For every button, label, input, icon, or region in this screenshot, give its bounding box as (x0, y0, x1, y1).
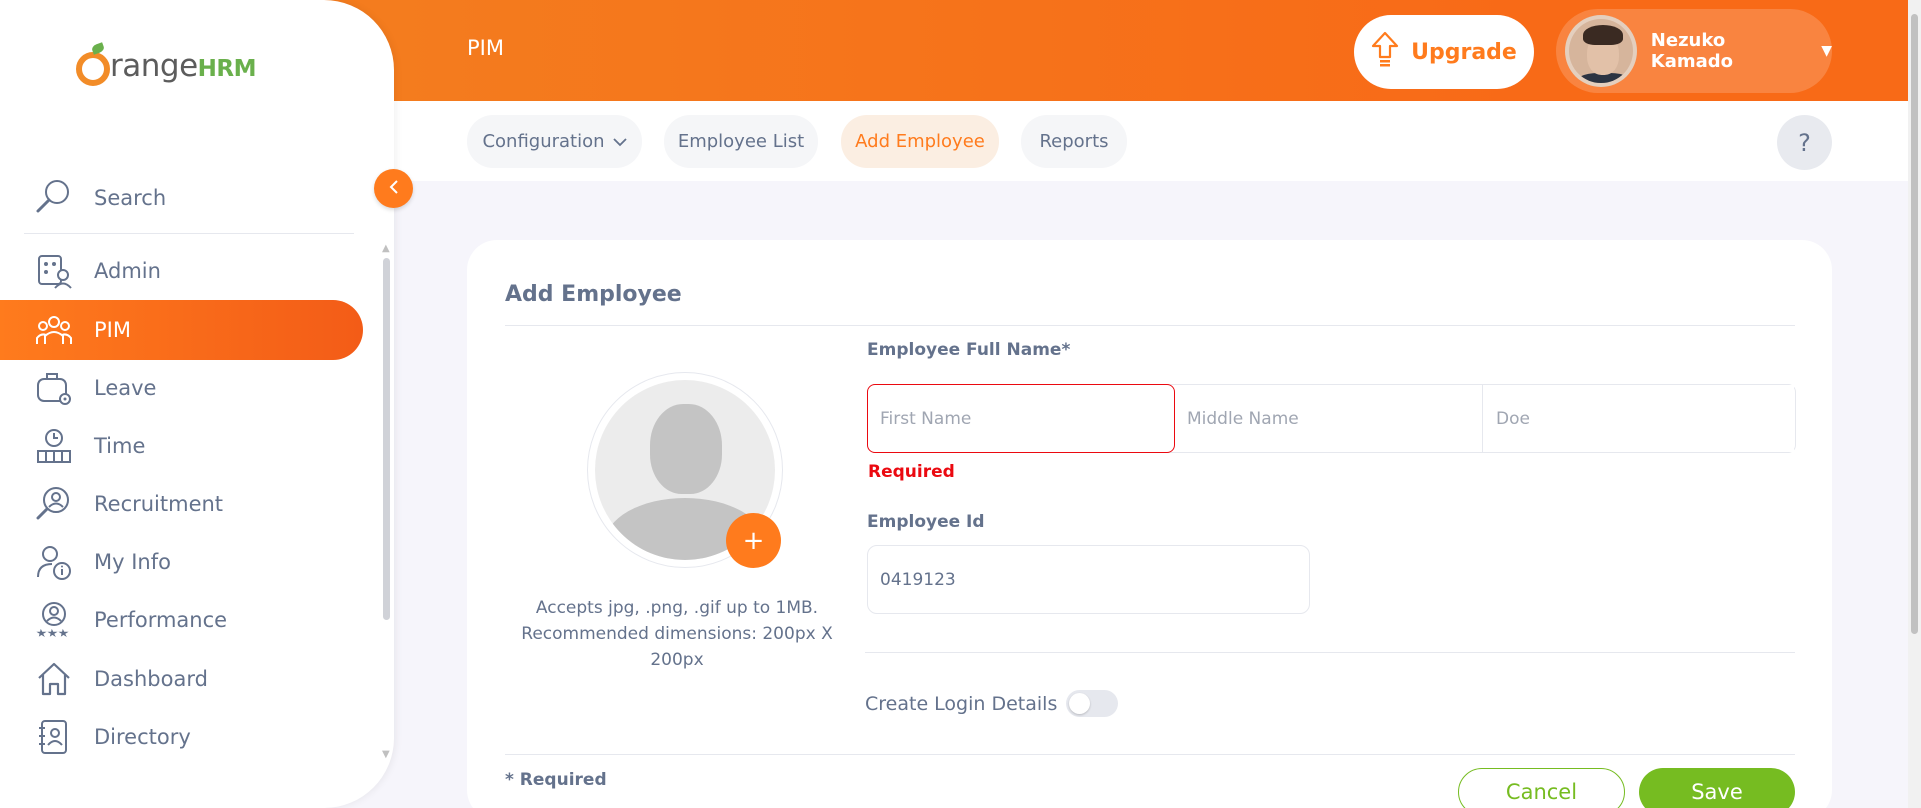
page-scrollbar-thumb[interactable] (1911, 14, 1918, 634)
sidebar-item-label: Performance (94, 608, 228, 632)
save-button[interactable]: Save (1639, 768, 1795, 808)
employee-id-field[interactable]: 0419123 (867, 545, 1310, 614)
help-button[interactable]: ? (1777, 115, 1832, 170)
tab-label: Add Employee (855, 131, 985, 152)
add-employee-card: Add Employee + Accepts jpg, .png, .gif u… (467, 240, 1832, 808)
plus-icon: + (742, 525, 765, 556)
caret-down-icon: ▼ (1821, 43, 1832, 59)
collapse-sidebar-button[interactable] (374, 169, 413, 208)
first-name-field[interactable]: First Name (867, 384, 1175, 453)
avatar (1565, 15, 1637, 87)
my-info-icon (34, 542, 74, 582)
required-note: * Required (505, 770, 607, 790)
directory-icon (34, 717, 74, 757)
tab-add-employee[interactable]: Add Employee (841, 115, 999, 168)
sidebar-item-label: Leave (94, 376, 157, 400)
tab-configuration[interactable]: Configuration (467, 115, 642, 168)
last-name-value: Doe (1496, 408, 1530, 429)
last-name-field[interactable]: Doe (1484, 385, 1794, 452)
upgrade-arrow-icon (1371, 31, 1399, 73)
tab-label: Reports (1039, 131, 1109, 152)
tab-label: Employee List (677, 131, 805, 152)
employee-id-value: 0419123 (880, 569, 956, 590)
divider (505, 754, 1795, 755)
leave-icon (34, 368, 74, 408)
search-icon (34, 178, 74, 218)
brand-hrm: HRM (197, 56, 257, 82)
middle-name-placeholder: Middle Name (1187, 408, 1299, 429)
add-photo-button[interactable]: + (726, 513, 781, 568)
user-name: Nezuko Kamado (1650, 30, 1734, 72)
sidebar-item-label: Time (94, 434, 146, 458)
sidebar-item-performance[interactable]: Performance (0, 590, 363, 650)
cancel-button[interactable]: Cancel (1458, 768, 1625, 808)
sidebar-item-leave[interactable]: Leave (0, 358, 363, 418)
time-icon (34, 426, 74, 466)
chevron-left-icon (388, 176, 400, 201)
sidebar-item-time[interactable]: Time (0, 416, 363, 476)
first-name-placeholder: First Name (880, 408, 972, 429)
admin-icon (34, 251, 74, 291)
sidebar-item-label: Recruitment (94, 492, 224, 516)
sidebar-scrollbar[interactable] (383, 258, 390, 620)
performance-icon (34, 600, 74, 640)
sidebar-item-recruitment[interactable]: Recruitment (0, 474, 363, 534)
sidebar-item-label: Dashboard (94, 667, 208, 691)
sidebar-item-admin[interactable]: Admin (0, 241, 363, 301)
divider (865, 652, 1795, 653)
photo-hint: Accepts jpg, .png, .gif up to 1MB. Recom… (521, 598, 833, 670)
upgrade-label: Upgrade (1411, 39, 1517, 65)
sidebar-item-label: My Info (94, 550, 171, 574)
recruitment-icon (34, 484, 74, 524)
sidebar-item-dashboard[interactable]: Dashboard (0, 649, 363, 709)
sidebar-item-label: Admin (94, 259, 161, 283)
toggle-knob (1069, 693, 1090, 714)
sidebar-item-label: PIM (94, 318, 131, 342)
brand-name: range (110, 48, 198, 84)
middle-name-field[interactable]: Middle Name (1175, 385, 1483, 452)
user-dropdown[interactable]: Nezuko Kamado ▼ (1556, 9, 1832, 93)
scroll-down-icon[interactable]: ▼ (382, 749, 390, 760)
sidebar-item-label: Directory (94, 725, 191, 749)
employee-id-label: Employee Id (867, 512, 985, 532)
home-icon (34, 659, 74, 699)
pim-icon (34, 310, 74, 350)
sidebar-search[interactable]: Search (24, 162, 354, 234)
orangehrm-logo[interactable]: range HRM (76, 48, 257, 86)
full-name-label: Employee Full Name* (867, 340, 1071, 360)
tab-reports[interactable]: Reports (1021, 115, 1127, 168)
sidebar-item-pim[interactable]: PIM (0, 300, 363, 360)
sidebar-item-directory[interactable]: Directory (0, 707, 363, 767)
create-login-label: Create Login Details (865, 693, 1058, 715)
page-scrollbar[interactable] (1908, 0, 1921, 808)
chevron-down-icon (612, 131, 627, 152)
upgrade-button[interactable]: Upgrade (1354, 15, 1534, 89)
sidebar: range HRM Search Admin PIM Leave Time Re… (0, 0, 394, 808)
orange-logo-icon (76, 52, 110, 86)
search-label: Search (94, 185, 167, 210)
tab-label: Configuration (482, 131, 605, 152)
page-title: Add Employee (505, 282, 682, 307)
required-error: Required (868, 462, 955, 482)
sidebar-item-my-info[interactable]: My Info (0, 532, 363, 592)
tab-employee-list[interactable]: Employee List (664, 115, 818, 168)
module-title: PIM (467, 36, 504, 60)
divider (505, 325, 1795, 326)
create-login-toggle[interactable] (1066, 690, 1118, 717)
scroll-up-icon[interactable]: ▲ (382, 243, 390, 254)
